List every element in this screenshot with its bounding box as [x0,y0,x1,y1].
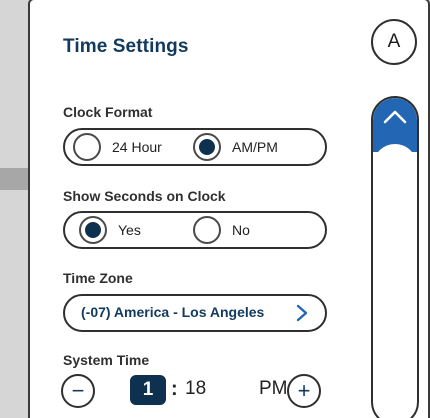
time-zone-label: Time Zone [63,270,133,286]
increment-button[interactable]: + [287,374,321,408]
show-seconds-no-option[interactable]: No [193,213,250,247]
system-time-stepper: − 1 : 18 PM + [61,372,325,412]
background-bar [0,168,30,190]
clock-format-ampm-option[interactable]: AM/PM [193,130,278,164]
system-time-label: System Time [63,352,150,368]
clock-format-24hour-option[interactable]: 24 Hour [73,130,162,164]
chevron-right-icon [296,304,308,322]
period-field[interactable]: PM [259,378,288,400]
option-yes-label: Yes [118,222,141,238]
time-zone-value: (-07) America - Los Angeles [81,304,265,320]
option-24hour-label: 24 Hour [112,139,162,155]
decrement-button[interactable]: − [61,374,95,408]
hour-field[interactable]: 1 [130,375,166,405]
show-seconds-yes-option[interactable]: Yes [79,213,141,247]
clock-format-label: Clock Format [63,104,153,120]
radio-selected-dot [85,222,101,238]
panel-title: Time Settings [63,36,189,57]
chevron-up-icon [383,110,407,124]
radio-selected-dot [199,139,215,155]
option-no-label: No [232,222,250,238]
radio-no[interactable] [193,216,221,244]
radio-yes[interactable] [79,216,107,244]
time-separator: : [171,378,178,400]
radio-ampm[interactable] [193,133,221,161]
show-seconds-label: Show Seconds on Clock [63,188,226,204]
time-settings-panel: Time Settings A Clock Format 24 Hour AM/… [28,0,430,418]
option-ampm-label: AM/PM [232,139,278,155]
screen: Time Settings A Clock Format 24 Hour AM/… [0,0,430,418]
scrollbar-track[interactable] [371,96,419,418]
minute-field[interactable]: 18 [185,378,206,400]
time-zone-selector[interactable]: (-07) America - Los Angeles [63,294,327,332]
show-seconds-toggle: Yes No [63,211,327,249]
avatar[interactable]: A [371,19,417,65]
radio-24hour[interactable] [73,133,101,161]
clock-format-toggle: 24 Hour AM/PM [63,128,327,166]
